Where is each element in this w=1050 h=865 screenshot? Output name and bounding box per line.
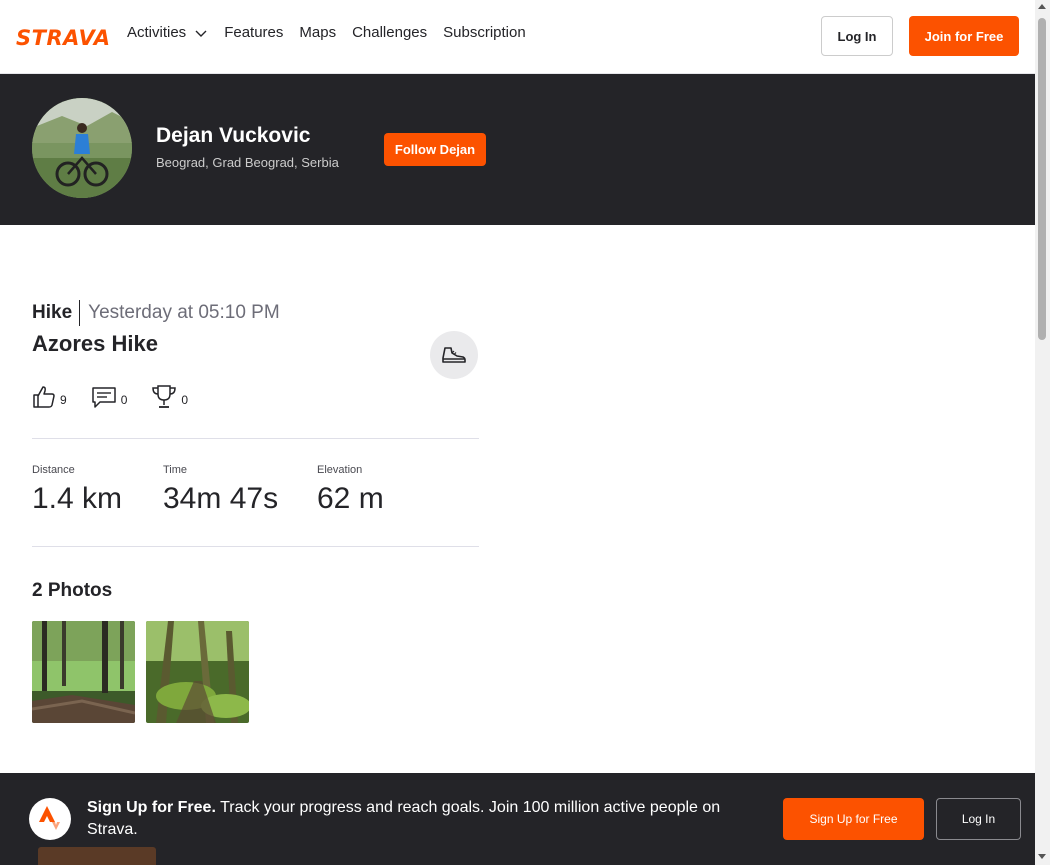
nav-maps[interactable]: Maps xyxy=(299,24,336,41)
stat-value: 62 m xyxy=(317,482,384,515)
nav-activities-label: Activities xyxy=(127,24,187,41)
comments-count: 0 xyxy=(120,392,128,407)
divider xyxy=(32,546,479,547)
stat-label: Time xyxy=(163,464,188,476)
activity-type: Hike xyxy=(32,300,81,326)
photos-heading: 2 Photos xyxy=(32,580,113,601)
comments-button[interactable]: 0 xyxy=(91,385,128,414)
trophy-icon xyxy=(151,384,177,415)
stat-label: Distance xyxy=(32,464,75,476)
banner-bold: Sign Up for Free. xyxy=(87,799,216,816)
athlete-location: Beograd, Grad Beograd, Serbia xyxy=(156,155,339,170)
banner-message: Sign Up for Free. Track your progress an… xyxy=(87,797,757,841)
stat-time: Time 34m 47s xyxy=(163,464,278,516)
athlete-avatar[interactable] xyxy=(32,98,132,198)
nav-features[interactable]: Features xyxy=(224,24,283,41)
comment-icon xyxy=(91,385,117,414)
strava-logo[interactable]: STRAVA xyxy=(16,26,111,50)
activity-date: Yesterday at 05:10 PM xyxy=(88,302,280,323)
kudos-button[interactable]: 9 xyxy=(32,385,67,414)
athlete-name[interactable]: Dejan Vuckovic xyxy=(156,124,310,148)
follow-button[interactable]: Follow Dejan xyxy=(384,133,486,166)
stat-distance: Distance 1.4 km xyxy=(32,464,122,516)
stat-value: 34m 47s xyxy=(163,482,279,515)
photo-thumbnail[interactable] xyxy=(32,621,135,723)
activity-title: Azores Hike xyxy=(32,331,158,356)
thumbs-up-icon xyxy=(32,385,56,414)
kudos-count: 9 xyxy=(60,392,67,407)
signup-button[interactable]: Sign Up for Free xyxy=(783,798,924,840)
banner-login-button[interactable]: Log In xyxy=(936,798,1021,840)
nav-subscription[interactable]: Subscription xyxy=(443,24,526,41)
chevron-down-icon xyxy=(194,26,208,40)
scrollbar-thumb[interactable] xyxy=(1038,18,1046,340)
achievements-button[interactable]: 0 xyxy=(151,384,188,415)
activity-meta: Hike Yesterday at 05:10 PM xyxy=(32,300,280,326)
signup-banner: Sign Up for Free. Track your progress an… xyxy=(0,773,1035,865)
page-scrollbar[interactable] xyxy=(1035,0,1050,865)
scroll-up-icon[interactable] xyxy=(1038,4,1046,9)
social-row: 9 0 0 xyxy=(32,384,212,415)
stat-elevation: Elevation 62 m xyxy=(317,464,384,516)
hidden-element-peek xyxy=(38,847,156,865)
shoe-icon xyxy=(430,331,478,379)
nav-links: Activities Features Maps Challenges Subs… xyxy=(127,24,526,41)
athlete-header: Dejan Vuckovic Beograd, Grad Beograd, Se… xyxy=(0,74,1035,225)
photo-thumbnail[interactable] xyxy=(146,621,249,723)
scroll-down-icon[interactable] xyxy=(1038,854,1046,859)
stat-label: Elevation xyxy=(317,464,363,476)
join-button[interactable]: Join for Free xyxy=(909,16,1019,56)
top-nav: STRAVA Activities Features Maps Challeng… xyxy=(0,0,1035,74)
stat-value: 1.4 km xyxy=(32,482,123,515)
nav-challenges[interactable]: Challenges xyxy=(352,24,427,41)
achievements-count: 0 xyxy=(181,392,189,407)
divider xyxy=(32,438,479,439)
nav-activities[interactable]: Activities xyxy=(127,24,208,41)
strava-logo-icon xyxy=(29,798,71,840)
login-button[interactable]: Log In xyxy=(821,16,893,56)
